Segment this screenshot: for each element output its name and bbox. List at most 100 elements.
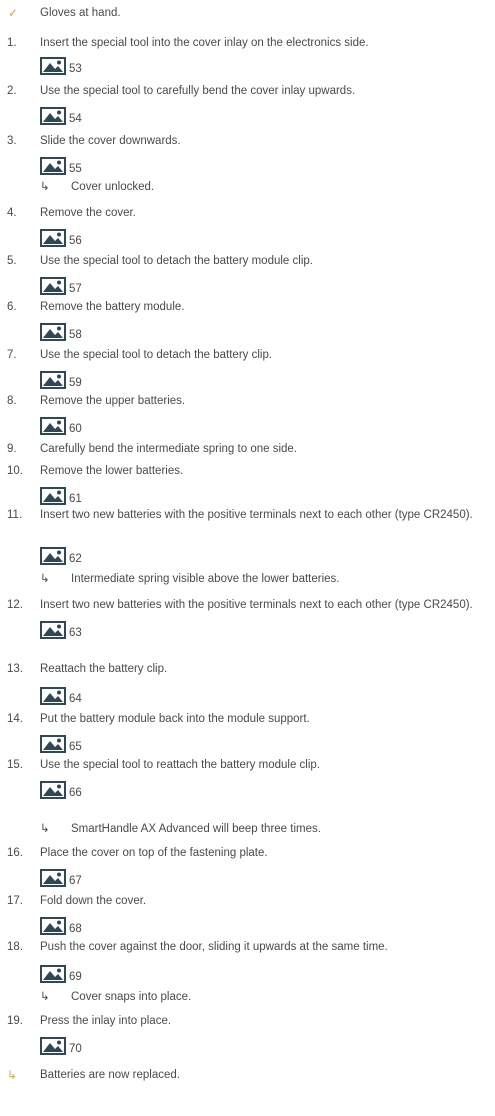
step-number: 12.: [7, 599, 23, 611]
step-number: 10.: [7, 465, 23, 477]
step-text: Carefully bend the intermediate spring t…: [40, 443, 297, 455]
figure-number: 55: [69, 163, 82, 175]
result-arrow-icon: ↳: [40, 181, 50, 193]
image-placeholder-icon: [40, 277, 66, 295]
step-text: Place the cover on top of the fastening …: [40, 847, 268, 859]
image-placeholder-icon: [40, 323, 66, 341]
step-text: Insert the special tool into the cover i…: [40, 37, 369, 49]
step-text: Use the special tool to detach the batte…: [40, 349, 273, 361]
figure-number: 64: [69, 693, 82, 705]
image-placeholder-icon: [40, 735, 66, 753]
step-number: 13.: [7, 663, 23, 675]
step-text: Use the special tool to reattach the bat…: [40, 759, 320, 771]
step-text: SmartHandle AX Advanced will beep three …: [71, 823, 321, 835]
step-text: Gloves at hand.: [40, 7, 121, 19]
step-number: 18.: [7, 941, 23, 953]
figure-reference: 61: [40, 486, 130, 505]
image-placeholder-icon: [40, 781, 66, 799]
figure-reference: 66: [40, 780, 130, 799]
result-arrow-icon: ↳: [40, 823, 50, 835]
figure-reference: 62: [40, 546, 130, 565]
step-number: 17.: [7, 895, 23, 907]
step-number: 5.: [7, 255, 17, 267]
figure-number: 54: [69, 113, 82, 125]
figure-number: 70: [69, 1043, 82, 1055]
image-placeholder-icon: [40, 229, 66, 247]
step-number: 8.: [7, 395, 17, 407]
step-number: 3.: [7, 135, 17, 147]
result-arrow-icon: ↳: [40, 573, 50, 585]
figure-reference: 67: [40, 868, 130, 887]
step-text: Remove the battery module.: [40, 301, 185, 313]
image-placeholder-icon: [40, 1037, 66, 1055]
figure-number: 63: [69, 627, 82, 639]
step-text: Reattach the battery clip.: [40, 663, 168, 675]
figure-reference: 64: [40, 686, 130, 705]
figure-number: 67: [69, 875, 82, 887]
figure-number: 58: [69, 329, 82, 341]
image-placeholder-icon: [40, 157, 66, 175]
figure-number: 59: [69, 377, 82, 389]
step-number: 14.: [7, 713, 23, 725]
figure-reference: 57: [40, 276, 130, 295]
image-placeholder-icon: [40, 547, 66, 565]
step-text: Remove the cover.: [40, 207, 136, 219]
image-placeholder-icon: [40, 917, 66, 935]
image-placeholder-icon: [40, 57, 66, 75]
step-number: 4.: [7, 207, 17, 219]
step-text: Remove the lower batteries.: [40, 465, 184, 477]
result-arrow-icon: ↳: [7, 1068, 18, 1082]
step-text: Insert two new batteries with the positi…: [40, 599, 473, 611]
figure-number: 56: [69, 235, 82, 247]
figure-number: 60: [69, 423, 82, 435]
image-placeholder-icon: [40, 965, 66, 983]
image-placeholder-icon: [40, 487, 66, 505]
figure-reference: 59: [40, 370, 130, 389]
figure-reference: 65: [40, 734, 130, 753]
image-placeholder-icon: [40, 371, 66, 389]
figure-number: 57: [69, 283, 82, 295]
step-number: 9.: [7, 443, 17, 455]
figure-number: 68: [69, 923, 82, 935]
figure-reference: 53: [40, 56, 130, 75]
step-number: 7.: [7, 349, 17, 361]
step-text: Cover unlocked.: [71, 181, 155, 193]
image-placeholder-icon: [40, 687, 66, 705]
figure-number: 61: [69, 493, 82, 505]
figure-number: 69: [69, 971, 82, 983]
figure-number: 53: [69, 63, 82, 75]
step-number: 15.: [7, 759, 23, 771]
step-text: Slide the cover downwards.: [40, 135, 181, 147]
figure-reference: 68: [40, 916, 130, 935]
result-arrow-icon: ↳: [40, 991, 50, 1003]
figure-reference: 55: [40, 156, 130, 175]
figure-reference: 54: [40, 106, 130, 125]
step-text: Intermediate spring visible above the lo…: [71, 573, 340, 585]
image-placeholder-icon: [40, 869, 66, 887]
image-placeholder-icon: [40, 107, 66, 125]
step-text: Remove the upper batteries.: [40, 395, 186, 407]
figure-number: 66: [69, 787, 82, 799]
step-text: Use the special tool to carefully bend t…: [40, 85, 356, 97]
step-number: 1.: [7, 37, 17, 49]
figure-number: 62: [69, 553, 82, 565]
step-text: Use the special tool to detach the batte…: [40, 255, 313, 267]
image-placeholder-icon: [40, 417, 66, 435]
step-text: Put the battery module back into the mod…: [40, 713, 310, 725]
figure-reference: 70: [40, 1036, 130, 1055]
figure-reference: 56: [40, 228, 130, 247]
step-text: Press the inlay into place.: [40, 1015, 172, 1027]
step-text: Fold down the cover.: [40, 895, 147, 907]
step-number: 6.: [7, 301, 17, 313]
step-text: Push the cover against the door, sliding…: [40, 941, 388, 953]
step-text: Batteries are now replaced.: [40, 1069, 180, 1081]
step-number: 2.: [7, 85, 17, 97]
step-number: 11.: [7, 509, 23, 521]
figure-reference: 63: [40, 620, 130, 639]
step-number: 19.: [7, 1015, 23, 1027]
figure-reference: 60: [40, 416, 130, 435]
figure-number: 65: [69, 741, 82, 753]
image-placeholder-icon: [40, 621, 66, 639]
check-icon: ✓: [8, 6, 19, 20]
figure-reference: 69: [40, 964, 130, 983]
